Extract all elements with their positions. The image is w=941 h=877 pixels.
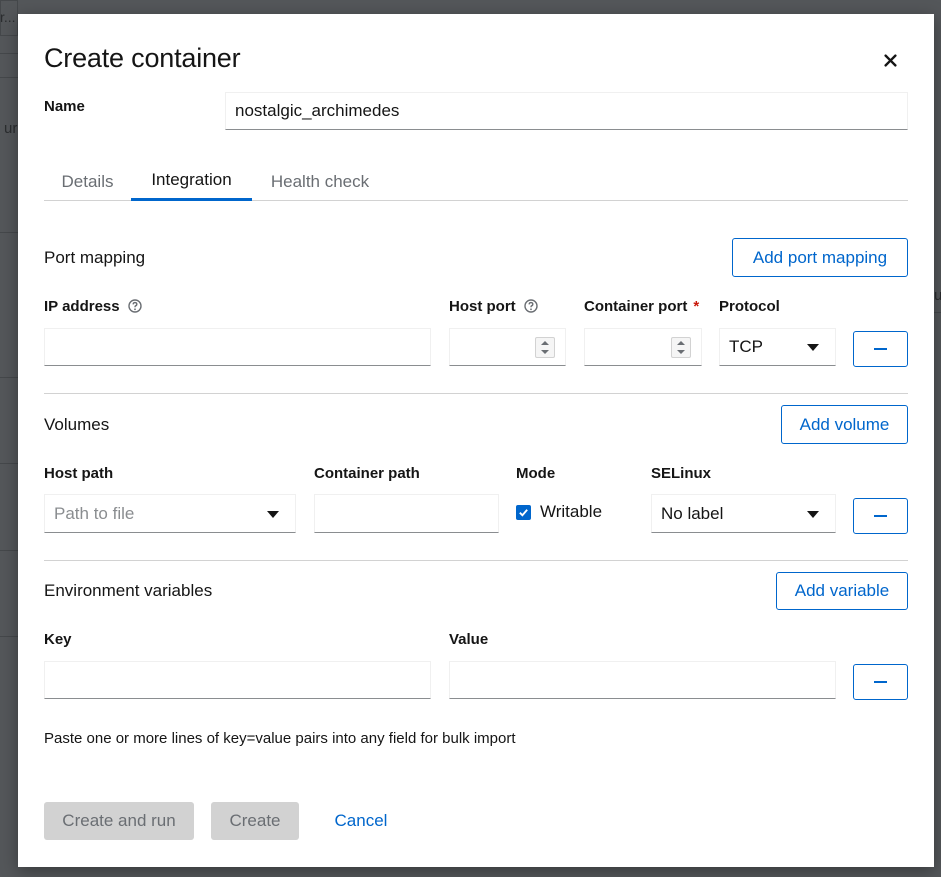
section-divider bbox=[44, 393, 908, 394]
section-divider bbox=[44, 560, 908, 561]
help-circle-icon[interactable] bbox=[127, 299, 142, 313]
remove-volume-button[interactable] bbox=[853, 498, 908, 534]
protocol-label: Protocol bbox=[719, 298, 780, 315]
dialog-title: Create container bbox=[44, 43, 241, 73]
backdrop-divider bbox=[0, 53, 18, 54]
writable-checkbox-row[interactable]: Writable bbox=[516, 502, 602, 522]
backdrop-divider bbox=[0, 636, 18, 637]
add-port-mapping-button[interactable]: Add port mapping bbox=[732, 238, 908, 277]
ip-address-label-text: IP address bbox=[44, 298, 120, 315]
env-helper-text: Paste one or more lines of key=value pai… bbox=[44, 730, 516, 747]
env-value-input[interactable] bbox=[449, 661, 836, 699]
volumes-heading: Volumes bbox=[44, 415, 110, 434]
backdrop-text-fragment: ur bbox=[4, 120, 18, 137]
backdrop-text-fragment: r... bbox=[0, 9, 16, 25]
remove-variable-button[interactable] bbox=[853, 664, 908, 700]
container-port-input[interactable] bbox=[584, 328, 702, 366]
writable-checkbox[interactable] bbox=[516, 504, 531, 520]
minus-icon bbox=[874, 515, 887, 517]
writable-label: Writable bbox=[540, 502, 603, 521]
create-button[interactable]: Create bbox=[211, 802, 299, 840]
port-mapping-heading: Port mapping bbox=[44, 248, 146, 267]
host-path-select[interactable]: Path to file bbox=[44, 494, 296, 533]
value-label: Value bbox=[449, 631, 489, 648]
container-port-label-text: Container port bbox=[584, 298, 688, 315]
key-label: Key bbox=[44, 631, 72, 648]
create-and-run-button[interactable]: Create and run bbox=[44, 802, 194, 840]
close-icon bbox=[883, 53, 897, 67]
host-port-input[interactable] bbox=[449, 328, 566, 366]
name-input[interactable]: nostalgic_archimedes bbox=[225, 92, 908, 130]
environment-variables-heading: Environment variables bbox=[44, 581, 213, 600]
remove-port-mapping-button[interactable] bbox=[853, 331, 908, 367]
chevron-up-icon bbox=[677, 340, 685, 345]
env-key-input[interactable] bbox=[44, 661, 431, 699]
selinux-label: SELinux bbox=[651, 465, 712, 482]
tab-details[interactable]: Details bbox=[44, 162, 131, 201]
container-port-label: Container port * bbox=[584, 298, 699, 315]
container-path-input[interactable] bbox=[314, 494, 499, 533]
host-path-label: Host path bbox=[44, 465, 114, 482]
protocol-select-value: TCP bbox=[729, 337, 763, 356]
name-label: Name bbox=[44, 98, 85, 115]
container-path-label: Container path bbox=[314, 465, 420, 482]
caret-down-icon bbox=[807, 510, 819, 518]
chevron-down-icon bbox=[541, 350, 549, 355]
caret-down-icon bbox=[807, 344, 819, 351]
backdrop-divider bbox=[0, 377, 18, 378]
chevron-down-icon bbox=[677, 350, 685, 355]
cancel-button[interactable]: Cancel bbox=[318, 802, 404, 840]
host-port-label: Host port bbox=[449, 298, 538, 315]
selinux-select[interactable]: No label bbox=[651, 494, 836, 533]
minus-icon bbox=[874, 681, 887, 683]
mode-label: Mode bbox=[516, 465, 556, 482]
help-circle-icon[interactable] bbox=[523, 299, 538, 313]
check-icon bbox=[519, 508, 528, 517]
close-button[interactable] bbox=[878, 48, 902, 72]
backdrop-divider bbox=[0, 232, 18, 233]
host-port-label-text: Host port bbox=[449, 298, 516, 315]
backdrop-divider bbox=[934, 312, 941, 313]
caret-down-icon bbox=[267, 510, 279, 518]
backdrop-divider bbox=[0, 550, 18, 551]
tab-bar: Details Integration Health check bbox=[44, 162, 908, 201]
required-marker: * bbox=[693, 298, 700, 315]
protocol-select[interactable]: TCP bbox=[719, 328, 836, 366]
ip-address-input[interactable] bbox=[44, 328, 431, 366]
tab-health-check[interactable]: Health check bbox=[252, 162, 388, 201]
container-port-spinner[interactable] bbox=[671, 337, 691, 358]
chevron-up-icon bbox=[541, 340, 549, 345]
selinux-select-value: No label bbox=[661, 503, 724, 523]
backdrop-divider bbox=[0, 77, 18, 78]
backdrop-text-fragment: u bbox=[934, 287, 941, 304]
add-variable-button[interactable]: Add variable bbox=[776, 572, 908, 610]
host-port-spinner[interactable] bbox=[535, 337, 555, 358]
backdrop-divider bbox=[0, 463, 18, 464]
minus-icon bbox=[874, 348, 887, 350]
tab-integration[interactable]: Integration bbox=[131, 162, 252, 201]
add-volume-button[interactable]: Add volume bbox=[781, 405, 908, 444]
create-container-dialog: Create container Name nostalgic_archimed… bbox=[18, 14, 934, 867]
name-input-value: nostalgic_archimedes bbox=[235, 101, 400, 120]
ip-address-label: IP address bbox=[44, 298, 142, 315]
host-path-placeholder: Path to file bbox=[54, 503, 135, 523]
